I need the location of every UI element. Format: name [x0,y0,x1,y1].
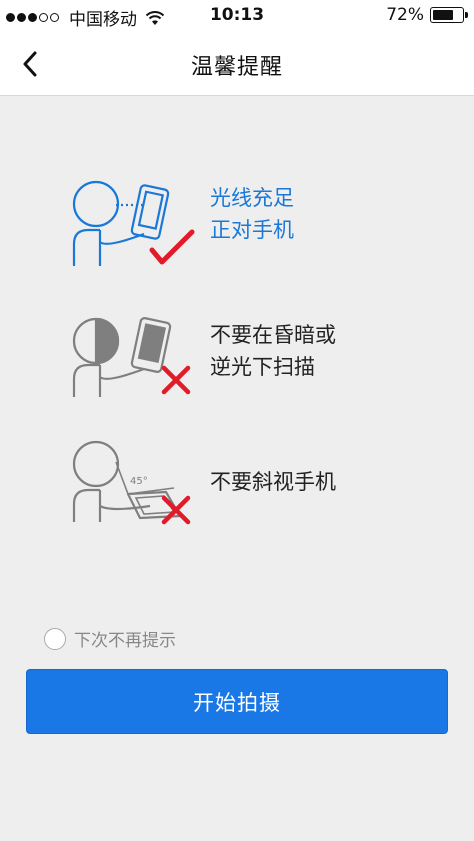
tip-line: 不要在昏暗或 [210,323,336,347]
face-phone-ok-icon [72,180,195,266]
tip-line: 不要斜视手机 [210,470,336,494]
cross-mark-icon [161,365,191,395]
cross-mark-icon [161,495,191,525]
top-area: 中国移动 10:13 72% 温馨提醒 [0,0,474,96]
start-capture-button[interactable]: 开始拍摄 [26,669,448,734]
face-dark-phone-icon [72,317,191,397]
checkbox-circle[interactable] [44,627,66,650]
battery-icon [430,7,468,23]
tip-line: 逆光下扫描 [210,355,315,379]
tip-text: 光线充足 正对手机 [210,182,294,246]
dont-show-again-checkbox[interactable]: 下次不再提示 [44,626,176,651]
status-right: 72% [386,5,468,25]
battery-percent: 72% [386,5,424,25]
angle-label: 45° [130,476,148,487]
checkbox-label: 下次不再提示 [74,631,176,651]
tip-text: 不要在昏暗或 逆光下扫描 [210,319,336,383]
nav-bar: 温馨提醒 [0,32,474,95]
page-title: 温馨提醒 [190,55,283,80]
tip-line: 正对手机 [210,218,294,242]
tip-tilt-phone: 45° 不要斜视手机 [60,440,440,550]
tip-dark-light: 不要在昏暗或 逆光下扫描 [60,315,440,425]
tip-good-light: 光线充足 正对手机 [60,178,440,288]
tip-line: 光线充足 [210,186,294,210]
status-bar: 中国移动 10:13 72% [0,0,474,32]
face-tilted-phone-icon: 45° [72,440,191,525]
tip-text: 不要斜视手机 [210,466,336,498]
